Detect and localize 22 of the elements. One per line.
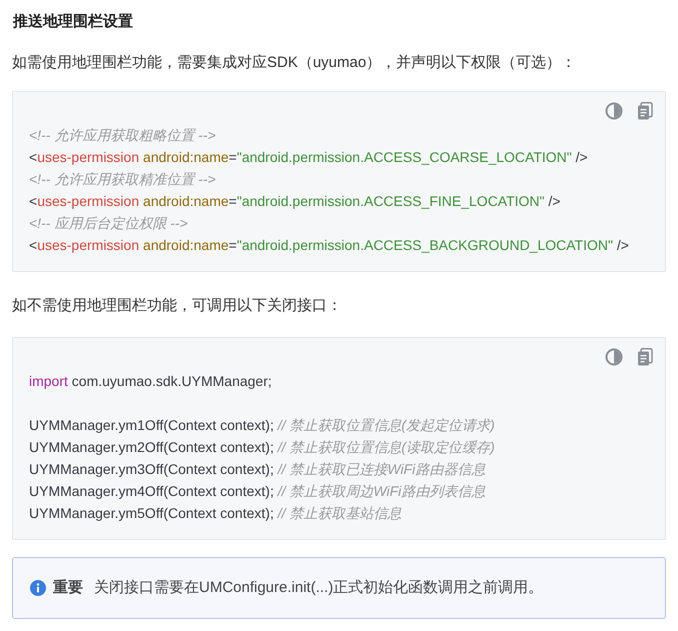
intro-text: 如需使用地理围栏功能，需要集成对应SDK（uyumao），并声明以下权限（可选）： [12,53,578,73]
code-line: <!-- 应用后台定位权限 --> [29,214,189,233]
contrast-icon[interactable] [605,102,623,120]
contrast-icon[interactable] [605,348,623,366]
code-line: <uses-permission android:name="android.permission.ACCESS_COARSE_LOCATION" /> [29,148,589,167]
info-icon [30,580,46,596]
code-line: UYMManager.ym4Off(Context context); // 禁止获取周边WiFi路由列表信息 [29,482,486,501]
copy-icon[interactable] [637,102,653,120]
code-line: UYMManager.ym2Off(Context context); // 禁止获取位置信息(读取定位缓存) [29,438,496,457]
code-line: UYMManager.ym3Off(Context context); // 禁止获取已连接WiFi路由器信息 [29,460,486,479]
code-line: <!-- 允许应用获取精准位置 --> [29,170,217,189]
code-line: UYMManager.ym1Off(Context context); // 禁止获取位置信息(发起定位请求) [29,416,496,435]
intro-text: 如不需使用地理围栏功能，可调用以下关闭接口： [12,296,343,316]
code-line: <uses-permission android:name="android.permission.ACCESS_BACKGROUND_LOCATION" /> [29,236,630,255]
code-line: <!-- 允许应用获取粗略位置 --> [29,126,217,145]
code-line: <uses-permission android:name="android.permission.ACCESS_FINE_LOCATION" /> [29,192,562,211]
section-title: 推送地理围栏设置 [12,12,134,32]
notice-label: 重要 [53,578,83,598]
notice-text: 关闭接口需要在UMConfigure.init(...)正式初始化函数调用之前调用。 [94,578,544,598]
code-line: import com.uyumao.sdk.UYMManager; [29,372,273,391]
copy-icon[interactable] [637,348,653,366]
code-line: UYMManager.ym5Off(Context context); // 禁止获取基站信息 [29,504,402,523]
